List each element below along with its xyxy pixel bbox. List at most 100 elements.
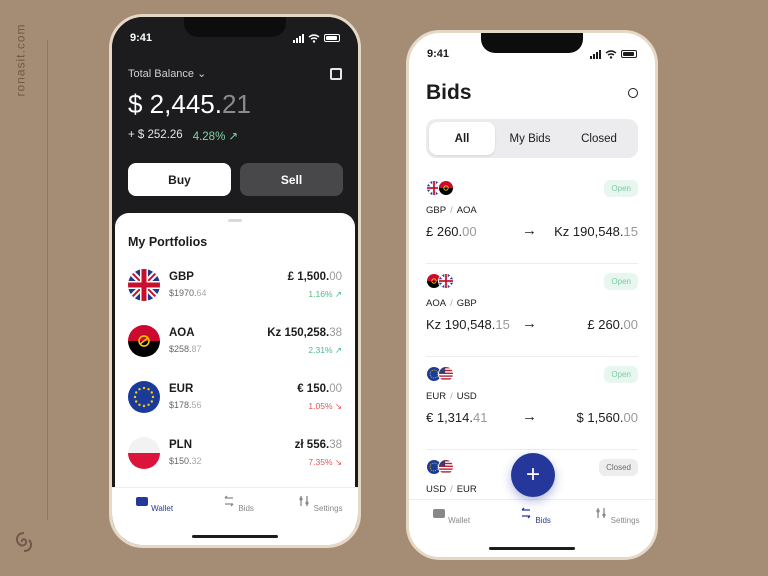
bid-card[interactable]: Open EUR / USD € 1,314.41 → $ 1,560.00 bbox=[426, 362, 638, 450]
tab-wallet[interactable]: Wallet bbox=[421, 506, 481, 525]
amount-frac: 15 bbox=[495, 317, 510, 332]
brand-logo-icon bbox=[15, 532, 33, 552]
portfolio-usd-value: $178.56 bbox=[169, 400, 202, 410]
status-badge: Open bbox=[604, 366, 638, 383]
portfolio-code: GBP bbox=[169, 271, 194, 283]
segment-closed[interactable]: Closed bbox=[566, 122, 632, 155]
portfolio-code: AOA bbox=[169, 327, 195, 339]
segment-my-bids[interactable]: My Bids bbox=[497, 122, 563, 155]
amount-main: zł 556. bbox=[294, 439, 330, 451]
battery-icon bbox=[324, 34, 340, 42]
total-balance-dropdown[interactable]: Total Balance ⌄ bbox=[128, 67, 206, 80]
buy-button[interactable]: Buy bbox=[128, 163, 231, 196]
chevron-down-icon: ⌄ bbox=[197, 68, 207, 80]
tab-label: Wallet bbox=[151, 504, 174, 513]
pair-to: USD bbox=[456, 391, 477, 402]
uk-flag-icon bbox=[128, 269, 160, 301]
sell-button[interactable]: Sell bbox=[240, 163, 343, 196]
amount-main: € 1,314. bbox=[426, 410, 473, 425]
pair-to: GBP bbox=[456, 298, 477, 309]
portfolio-row-aoa[interactable]: AOA $258.87 Kz 150,258.38 2.31% ↗ bbox=[128, 321, 342, 361]
tab-bar: Wallet Bids Settings bbox=[409, 499, 655, 557]
swap-arrows-icon bbox=[224, 495, 234, 507]
uk-flag-icon bbox=[438, 273, 454, 289]
pair-flags bbox=[426, 459, 456, 475]
tab-wallet[interactable]: Wallet bbox=[124, 494, 184, 513]
add-bid-button[interactable]: + bbox=[511, 453, 555, 497]
portfolio-row-pln[interactable]: PLN $150.32 zł 556.38 7.35% ↘ bbox=[128, 433, 342, 473]
portfolio-row-eur[interactable]: EUR $178.56 € 150.00 1.05% ↘ bbox=[128, 377, 342, 417]
amount-main: £ 260. bbox=[587, 317, 624, 332]
usd-frac: 87 bbox=[191, 344, 202, 354]
tab-bids[interactable]: Bids bbox=[505, 506, 565, 525]
bid-amount-from: £ 260.00 bbox=[426, 224, 477, 239]
bid-card[interactable]: Open AOA / GBP Kz 190,548.15 → £ 260.00 bbox=[426, 269, 638, 357]
wallet-phone: 9:41 Total Balance ⌄ $ 2,445.21 + $ 252.… bbox=[109, 14, 361, 548]
portfolio-amount: € 150.00 bbox=[297, 383, 342, 395]
change-percent: 4.28% ↗ bbox=[192, 131, 239, 143]
amount-frac: 38 bbox=[329, 439, 342, 451]
portfolio-code: EUR bbox=[169, 383, 194, 395]
card-icon[interactable] bbox=[330, 67, 342, 80]
amount-frac: 15 bbox=[623, 224, 638, 239]
bid-amount-to: $ 1,560.00 bbox=[577, 410, 638, 425]
amount-main: $ 1,560. bbox=[576, 410, 624, 425]
pct-value: 7.35% bbox=[308, 457, 333, 467]
arrow-right-icon: → bbox=[522, 408, 537, 425]
tab-settings[interactable]: Settings bbox=[290, 494, 350, 513]
status-time: 9:41 bbox=[427, 48, 450, 60]
bid-amount-from: Kz 190,548.15 bbox=[426, 317, 510, 332]
brand-watermark: ronasit.com bbox=[14, 18, 36, 108]
pair-separator: / bbox=[450, 391, 453, 402]
us-flag-icon bbox=[438, 459, 454, 475]
bid-amount-to: Kz 190,548.15 bbox=[554, 224, 638, 239]
balance-main: $ 2,445. bbox=[128, 89, 222, 119]
portfolio-row-gbp[interactable]: GBP $1970.64 £ 1,500.00 1.16% ↗ bbox=[128, 265, 342, 305]
poland-flag-icon bbox=[128, 437, 160, 469]
tab-label: Bids bbox=[535, 516, 551, 525]
wifi-icon bbox=[605, 49, 617, 59]
us-flag-icon bbox=[438, 366, 454, 382]
wallet-icon bbox=[135, 497, 148, 506]
wallet-icon bbox=[432, 509, 445, 518]
tab-bids[interactable]: Bids bbox=[208, 494, 268, 513]
amount-main: Kz 190,548. bbox=[426, 317, 496, 332]
usd-main: $178. bbox=[169, 400, 192, 410]
pct-value: 2.31% bbox=[308, 345, 333, 355]
portfolio-usd-value: $258.87 bbox=[169, 344, 202, 354]
search-icon[interactable] bbox=[628, 88, 638, 98]
side-divider bbox=[47, 40, 48, 520]
portfolio-change: 1.16% ↗ bbox=[308, 289, 342, 299]
battery-icon bbox=[621, 50, 637, 58]
usd-frac: 32 bbox=[191, 456, 202, 466]
amount-frac: 00 bbox=[623, 317, 638, 332]
bids-filter-segment: All My Bids Closed bbox=[426, 119, 638, 158]
portfolio-change: 7.35% ↘ bbox=[308, 457, 342, 467]
tab-settings[interactable]: Settings bbox=[587, 506, 647, 525]
home-indicator bbox=[489, 547, 575, 550]
tab-label: Bids bbox=[238, 504, 254, 513]
segment-all[interactable]: All bbox=[429, 122, 495, 155]
portfolios-title: My Portfolios bbox=[128, 235, 208, 249]
currency-pair: GBP / AOA bbox=[426, 205, 477, 216]
usd-main: $258. bbox=[169, 344, 192, 354]
notch bbox=[184, 17, 286, 37]
bid-card[interactable]: Open GBP / AOA £ 260.00 → Kz 190,548.15 bbox=[426, 176, 638, 264]
amount-main: Kz 190,548. bbox=[554, 224, 624, 239]
usd-main: $150. bbox=[169, 456, 192, 466]
amount-frac: 00 bbox=[329, 271, 342, 283]
balance-change: + $ 252.26 4.28% ↗ bbox=[128, 129, 238, 143]
brand-text: ronasit.com bbox=[13, 23, 28, 97]
tab-label: Settings bbox=[313, 504, 343, 513]
total-balance-label: Total Balance bbox=[128, 68, 195, 80]
signal-icon bbox=[590, 49, 601, 59]
pair-to: AOA bbox=[456, 205, 477, 216]
angola-flag-icon bbox=[128, 325, 160, 357]
pair-from: USD bbox=[426, 484, 447, 495]
home-indicator bbox=[192, 535, 278, 538]
wifi-icon bbox=[308, 33, 320, 43]
amount-main: £ 1,500. bbox=[287, 271, 330, 283]
signal-icon bbox=[293, 33, 304, 43]
change-pct-value: 4.28% bbox=[192, 131, 226, 143]
sheet-handle[interactable] bbox=[228, 219, 242, 222]
